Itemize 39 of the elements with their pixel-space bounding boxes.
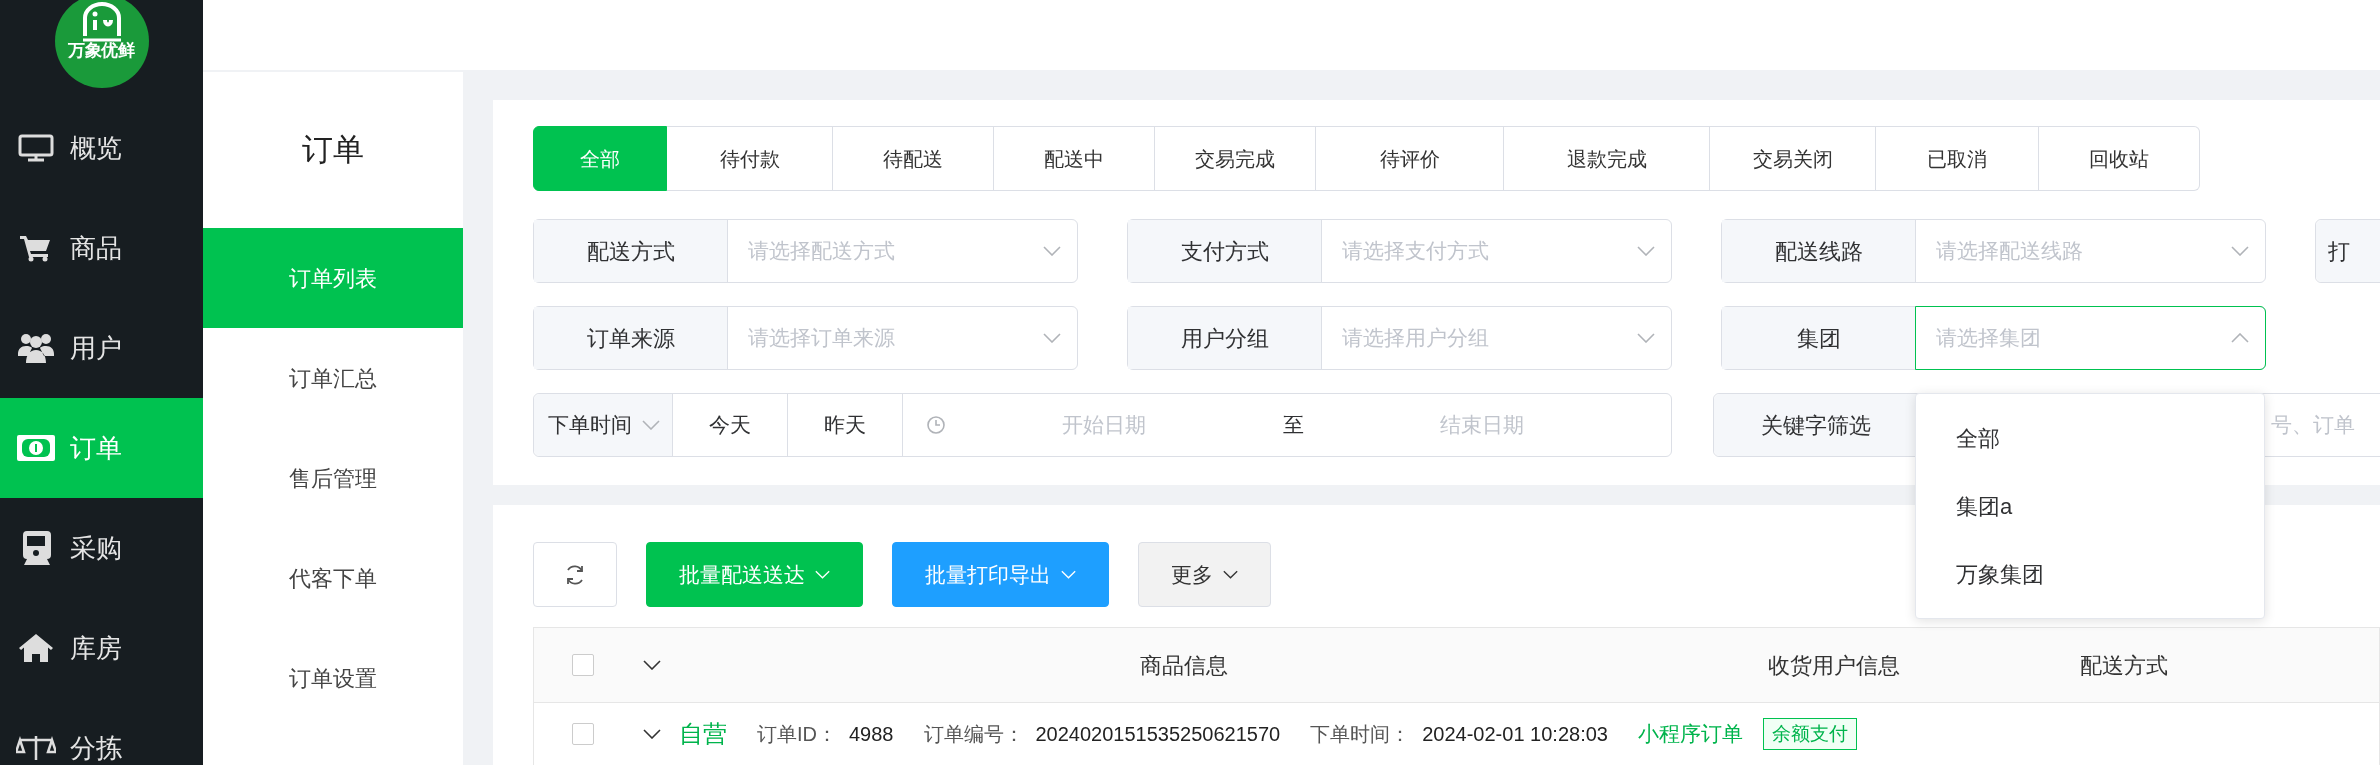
nav-item[interactable]: 概览 (0, 98, 203, 198)
dropdown-option[interactable]: 万象集团 (1916, 540, 2264, 608)
status-tab[interactable]: 已取消 (1876, 126, 2039, 191)
field-label: 集团 (1722, 307, 1916, 369)
more-button[interactable]: 更多 (1138, 542, 1271, 607)
nav-item[interactable]: 分拣 (0, 698, 203, 765)
status-tab[interactable]: 交易关闭 (1710, 126, 1876, 191)
dropdown-option[interactable]: 集团a (1916, 472, 2264, 540)
nav-item[interactable]: 商品 (0, 198, 203, 298)
logo-text: 万象优鲜 (68, 42, 135, 59)
field-label: 订单编号： (923, 722, 1024, 747)
payment-tag: 余额支付 (1762, 717, 1857, 751)
status-tab[interactable]: 回收站 (2039, 126, 2200, 191)
status-tab[interactable]: 退款完成 (1504, 126, 1710, 191)
column-header: 配送方式 (2079, 651, 2169, 680)
status-tab[interactable]: 待付款 (667, 126, 833, 191)
column-header: 收货用户信息 (1767, 651, 1901, 680)
field-label: 打 (2316, 220, 2380, 282)
column-header: 商品信息 (1139, 651, 1229, 680)
field-label: 订单ID： (757, 722, 837, 747)
field-value: 2024-02-01 10:28:03 (1422, 722, 1608, 747)
subnav-item[interactable]: 订单设置 (203, 628, 463, 728)
nav-item[interactable]: 采购 (0, 498, 203, 598)
status-tab[interactable]: 待配送 (833, 126, 994, 191)
section-title: 订单 (301, 130, 365, 169)
nav-item[interactable]: 用户 (0, 298, 203, 398)
subnav-item[interactable]: 售后管理 (203, 428, 463, 528)
field-value: 2024020151535250621570 (1035, 722, 1281, 747)
order-source: 自营 (679, 719, 727, 749)
nav-item[interactable]: 库房 (0, 598, 203, 698)
order-channel: 小程序订单 (1637, 721, 1743, 748)
dropdown-option[interactable]: 全部 (1916, 404, 2264, 472)
subnav-item[interactable]: 订单汇总 (203, 328, 463, 428)
subnav-item[interactable]: 代客下单 (203, 528, 463, 628)
field-label: 下单时间： (1310, 722, 1411, 747)
status-tab[interactable]: 交易完成 (1155, 126, 1316, 191)
field-value: 4988 (849, 722, 894, 747)
status-tab[interactable]: 配送中 (994, 126, 1155, 191)
status-tab[interactable]: 待评价 (1316, 126, 1504, 191)
